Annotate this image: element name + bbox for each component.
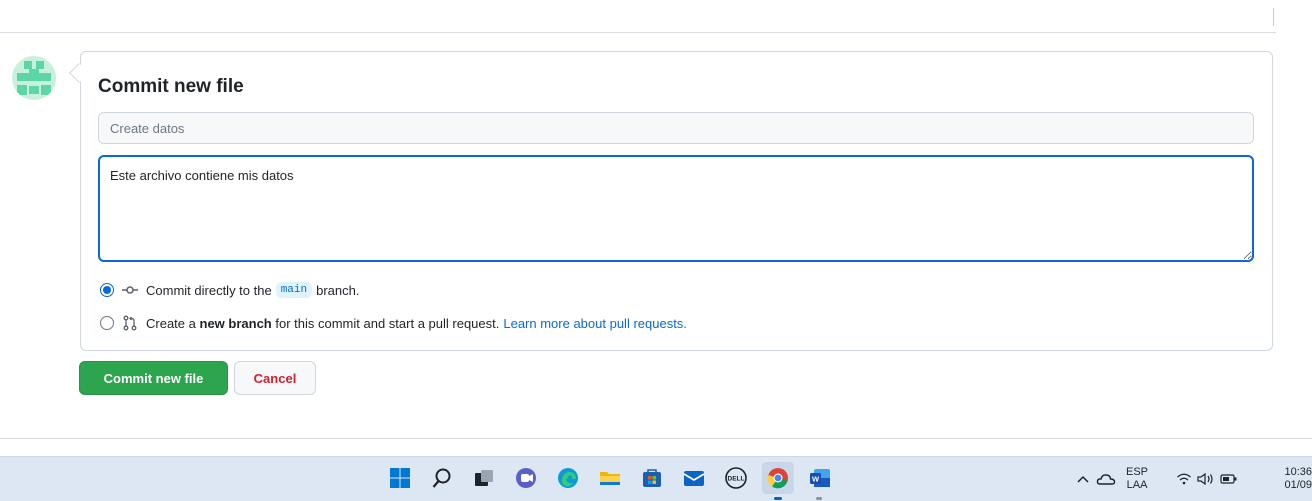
git-pull-request-icon (122, 315, 138, 331)
word-icon[interactable]: W (804, 462, 836, 494)
git-commit-icon (122, 282, 138, 298)
tray-overflow-chevron-icon[interactable] (1076, 456, 1090, 501)
new-branch-option[interactable]: Create a new branch for this commit and … (100, 315, 687, 331)
learn-more-pull-requests-link[interactable]: Learn more about pull requests. (503, 316, 687, 331)
new-branch-suffix: for this commit and start a pull request… (275, 315, 500, 331)
branch-name-pill: main (275, 282, 313, 298)
svg-text:DELL: DELL (728, 476, 745, 483)
avatar[interactable] (12, 56, 56, 100)
start-icon[interactable] (384, 462, 416, 494)
commit-direct-prefix: Commit directly to the (146, 282, 272, 298)
new-branch-radio[interactable] (100, 316, 114, 330)
svg-text:W: W (812, 475, 820, 484)
clock-time: 10:36 (1284, 465, 1312, 478)
teams-chat-icon[interactable] (510, 462, 542, 494)
language-indicator[interactable]: ESP LAA (1126, 456, 1148, 501)
word-open-indicator (816, 497, 822, 500)
search-icon[interactable] (426, 462, 458, 494)
microsoft-store-icon[interactable] (636, 462, 668, 494)
volume-icon[interactable] (1196, 456, 1214, 501)
language-bottom: LAA (1126, 478, 1148, 491)
commit-direct-suffix: branch. (316, 282, 360, 298)
commit-description-input[interactable]: Este archivo contiene mis datos (98, 155, 1254, 262)
wifi-icon[interactable] (1176, 456, 1192, 501)
onedrive-icon[interactable] (1096, 456, 1116, 501)
new-branch-prefix: Create a (146, 315, 196, 331)
footer-divider (0, 438, 1312, 439)
chrome-active-indicator (774, 497, 782, 500)
mail-icon[interactable] (678, 462, 710, 494)
commit-new-file-button[interactable]: Commit new file (79, 361, 228, 395)
header-divider (0, 32, 1276, 33)
edge-icon[interactable] (552, 462, 584, 494)
language-top: ESP (1126, 465, 1149, 478)
scrollbar-indicator[interactable] (1273, 8, 1274, 26)
cancel-button[interactable]: Cancel (234, 361, 316, 395)
chrome-icon[interactable] (762, 462, 794, 494)
dell-icon[interactable]: DELL (720, 462, 752, 494)
clock[interactable]: 10:36 01/09 (1268, 456, 1312, 501)
commit-summary-input[interactable] (98, 112, 1254, 144)
commit-direct-radio[interactable] (100, 283, 114, 297)
file-explorer-icon[interactable] (594, 462, 626, 494)
battery-icon[interactable] (1220, 456, 1238, 501)
commit-direct-option[interactable]: Commit directly to the main branch. (100, 282, 359, 298)
clock-date: 01/09 (1284, 478, 1312, 491)
task-view-icon[interactable] (468, 462, 500, 494)
commit-title: Commit new file (98, 76, 244, 97)
new-branch-bold: new branch (199, 315, 272, 331)
